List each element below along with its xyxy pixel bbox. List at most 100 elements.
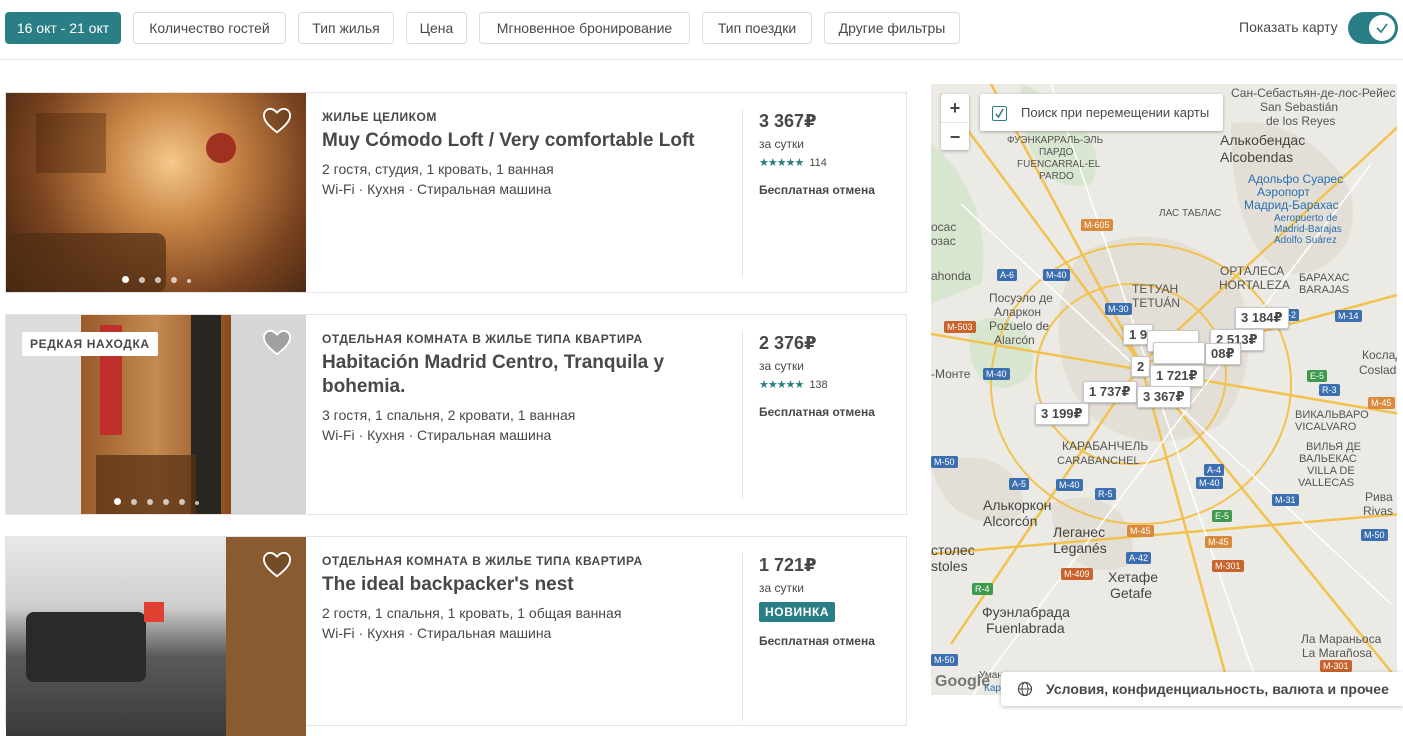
map-label: VICALVARO xyxy=(1295,421,1357,433)
google-logo: Google xyxy=(935,673,991,690)
review-count: 114 xyxy=(809,157,827,169)
rating-stars: ★★★★★ 138 xyxy=(759,378,899,391)
price-pin[interactable]: 2 xyxy=(1131,356,1151,377)
road-sign: M-45 xyxy=(1368,397,1395,409)
map-label: Alcorcón xyxy=(983,513,1038,529)
listing-title[interactable]: The ideal backpacker's nest xyxy=(322,573,732,597)
road-sign: M-45 xyxy=(1205,536,1232,548)
map-label: Alcobendas xyxy=(1220,149,1294,165)
price-per-night: за сутки xyxy=(759,137,804,151)
review-count: 138 xyxy=(809,379,828,391)
road-sign: M-301 xyxy=(1212,560,1244,572)
price-pin[interactable]: 08₽ xyxy=(1205,343,1241,365)
price-pin[interactable]: 1 737₽ xyxy=(1083,381,1137,403)
map-label: Getafe xyxy=(1110,585,1153,601)
road-sign: R-3 xyxy=(1319,384,1340,396)
listing-title[interactable]: Muy Cómodo Loft / Very comfortable Loft xyxy=(322,129,732,153)
road-sign: M-14 xyxy=(1335,310,1362,322)
listing-photo[interactable] xyxy=(6,537,306,736)
road-sign: M-31 xyxy=(1272,494,1299,506)
road-sign: A-4 xyxy=(1204,464,1225,476)
star-icons: ★★★★★ xyxy=(759,157,804,169)
filter-home-type-button[interactable]: Тип жилья xyxy=(298,12,394,44)
filter-dates-button[interactable]: 16 окт - 21 окт xyxy=(5,12,121,44)
rare-find-badge: РЕДКАЯ НАХОДКА xyxy=(22,332,158,356)
map-label: ЛАС ТАБЛАС xyxy=(1159,208,1222,219)
price-pin[interactable]: 3 367₽ xyxy=(1137,386,1191,408)
map-label: Ла Мараньоса xyxy=(1301,632,1382,646)
terms-footer-button[interactable]: Условия, конфиденциальность, валюта и пр… xyxy=(1001,672,1403,706)
filter-instant-book-button[interactable]: Мгновенное бронирование xyxy=(479,12,690,44)
map-label: Сан-Себастьян-де-лос-Рейес xyxy=(1231,86,1396,100)
filter-price-button[interactable]: Цена xyxy=(406,12,467,44)
road-sign: M-40 xyxy=(1196,477,1223,489)
listing-kind: ОТДЕЛЬНАЯ КОМНАТА В ЖИЛЬЕ ТИПА КВАРТИРА xyxy=(322,554,643,568)
map-label: CARABANCHEL xyxy=(1057,455,1140,467)
check-icon xyxy=(1376,23,1388,34)
map-label: Хетафе xyxy=(1108,569,1159,585)
listing-amenities: Wi-Fi · Кухня · Стиральная машина xyxy=(322,625,552,641)
photo-decor xyxy=(206,133,236,163)
listing-photo[interactable] xyxy=(6,93,306,292)
filter-guests-button[interactable]: Количество гостей xyxy=(133,12,286,44)
road-sign: R-5 xyxy=(1095,488,1116,500)
map[interactable]: Сан-Себастьян-де-лос-Рейес San Sebastián… xyxy=(931,84,1397,695)
listing-kind: ЖИЛЬЕ ЦЕЛИКОМ xyxy=(322,110,437,124)
listing-photo[interactable]: РЕДКАЯ НАХОДКА xyxy=(6,315,306,514)
zoom-out-button[interactable]: − xyxy=(941,123,969,151)
map-label: Фуэнлабрада xyxy=(982,604,1070,620)
road-sign: A-5 xyxy=(1009,478,1030,490)
map-label: Леганес xyxy=(1053,524,1106,540)
search-on-move-checkbox[interactable]: Поиск при перемещении карты xyxy=(980,94,1223,131)
price-pin[interactable]: 3 199₽ xyxy=(1035,403,1089,425)
free-cancellation: Бесплатная отмена xyxy=(759,405,875,419)
road-sign: M-605 xyxy=(1081,219,1113,231)
map-label: Coslad xyxy=(1359,363,1397,377)
show-map-toggle[interactable] xyxy=(1348,12,1398,44)
listing-card[interactable]: РЕДКАЯ НАХОДКА ОТДЕЛЬНАЯ КОМНАТА В ЖИЛЬЕ… xyxy=(5,314,907,515)
map-label: HORTALEZA xyxy=(1219,278,1290,292)
heart-icon[interactable] xyxy=(262,107,292,135)
listing-amenities: Wi-Fi · Кухня · Стиральная машина xyxy=(322,427,552,443)
road-sign: M-50 xyxy=(931,456,958,468)
road-sign: M-40 xyxy=(1056,479,1083,491)
rating-stars: ★★★★★ 114 xyxy=(759,156,899,169)
zoom-control: + − xyxy=(941,94,969,150)
filter-more-button[interactable]: Другие фильтры xyxy=(824,12,960,44)
photo-sofa xyxy=(6,233,166,292)
map-label: Кослад xyxy=(1362,348,1397,362)
listing-title[interactable]: Habitación Madrid Centro, Tranquila y bo… xyxy=(322,351,732,399)
check-icon xyxy=(995,108,1004,119)
listing-price: 3 367₽ xyxy=(759,111,817,131)
map-label: Fuenlabrada xyxy=(986,620,1065,636)
carousel-dots[interactable] xyxy=(6,498,306,505)
listing-price: 1 721₽ xyxy=(759,555,817,575)
zoom-in-button[interactable]: + xyxy=(941,94,969,122)
price-pin-stack[interactable] xyxy=(1153,342,1205,364)
heart-icon[interactable] xyxy=(262,329,292,357)
road-sign: M-40 xyxy=(1043,269,1070,281)
carousel-dots[interactable] xyxy=(6,276,306,283)
map-label: La Marañosa xyxy=(1302,646,1373,660)
listing-details: 3 гостя, 1 спальня, 2 кровати, 1 ванная xyxy=(322,407,576,423)
map-label: Adolfo Suárez xyxy=(1274,235,1337,246)
road-sign: M-503 xyxy=(944,321,976,333)
filter-trip-type-button[interactable]: Тип поездки xyxy=(702,12,812,44)
heart-icon[interactable] xyxy=(262,551,292,579)
price-per-night: за сутки xyxy=(759,359,804,373)
road-sign: E-5 xyxy=(1212,510,1233,522)
show-map-label: Показать карту xyxy=(1239,19,1338,35)
price-pin[interactable]: 3 184₽ xyxy=(1235,307,1289,329)
map-label: PARDO xyxy=(1039,171,1074,182)
road-sign: A-6 xyxy=(997,269,1018,281)
free-cancellation: Бесплатная отмена xyxy=(759,634,875,648)
price-pin[interactable]: 1 721₽ xyxy=(1150,365,1204,387)
road-sign: A-42 xyxy=(1126,552,1152,564)
map-label: КАРАБАНЧЕЛЬ xyxy=(1062,439,1149,453)
listing-card[interactable]: ЖИЛЬЕ ЦЕЛИКОМ Muy Cómodo Loft / Very com… xyxy=(5,92,907,293)
listing-card[interactable]: ОТДЕЛЬНАЯ КОМНАТА В ЖИЛЬЕ ТИПА КВАРТИРА … xyxy=(5,536,907,736)
checkbox-icon[interactable] xyxy=(992,106,1007,121)
map-label: Посуэло де xyxy=(989,291,1053,305)
map-label: Аларкон xyxy=(994,305,1042,319)
divider xyxy=(742,109,743,277)
